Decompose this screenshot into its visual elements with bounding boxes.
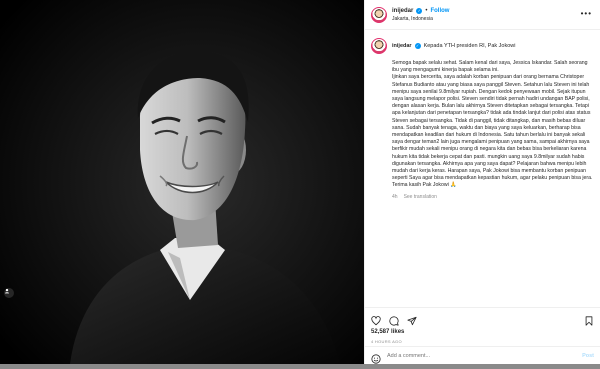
bookmark-icon[interactable] — [584, 313, 594, 326]
header-text: inijedar ✓ • Follow Jakarta, Indonesia — [392, 7, 449, 22]
paper-plane-icon[interactable] — [407, 313, 417, 325]
caption-username[interactable]: inijedar — [392, 43, 412, 49]
likes-count[interactable]: 52,587 likes — [365, 327, 600, 337]
emoji-icon[interactable] — [371, 351, 381, 364]
caption-header: inijedar ✓ Kepada YTH presiden RI, Pak J… — [371, 38, 594, 54]
heart-icon[interactable] — [371, 313, 381, 325]
user-tag-icon[interactable] — [4, 288, 14, 298]
add-comment-bar: Post — [365, 346, 600, 364]
verified-badge-icon: ✓ — [414, 43, 421, 49]
comment-input[interactable] — [387, 352, 577, 359]
action-bar — [365, 307, 600, 327]
comments-area: inijedar ✓ Kepada YTH presiden RI, Pak J… — [365, 30, 600, 307]
caption-body: Semoga bapak selalu sehat. Salam kenal d… — [392, 60, 593, 189]
see-translation-link[interactable]: See translation — [404, 194, 437, 200]
caption-age: 4h — [392, 193, 398, 200]
separator-dot: • — [425, 7, 428, 14]
post-header: inijedar ✓ • Follow Jakarta, Indonesia •… — [365, 0, 600, 30]
comment-icon[interactable] — [389, 313, 399, 326]
avatar[interactable] — [371, 6, 387, 23]
post-comment-button[interactable]: Post — [582, 353, 594, 359]
caption-title: Kepada YTH presiden RI, Pak Jokowi — [423, 43, 516, 49]
portrait-photo — [0, 0, 364, 364]
post-time: 4 HOURS AGO — [371, 339, 402, 344]
follow-button[interactable]: Follow — [430, 8, 449, 14]
more-options-icon[interactable]: ••• — [581, 9, 592, 18]
caption-avatar[interactable] — [371, 38, 387, 54]
instagram-post: inijedar ✓ • Follow Jakarta, Indonesia •… — [0, 0, 600, 364]
verified-badge-icon: ✓ — [416, 7, 423, 14]
caption-meta: 4h See translation — [392, 194, 594, 200]
post-side-panel: inijedar ✓ • Follow Jakarta, Indonesia •… — [364, 0, 600, 364]
caption-first-line: inijedar ✓ Kepada YTH presiden RI, Pak J… — [392, 43, 515, 49]
header-user-row: inijedar ✓ • Follow — [392, 7, 449, 14]
username-link[interactable]: inijedar — [392, 8, 413, 14]
post-photo[interactable] — [0, 0, 364, 364]
location-link[interactable]: Jakarta, Indonesia — [392, 16, 449, 22]
